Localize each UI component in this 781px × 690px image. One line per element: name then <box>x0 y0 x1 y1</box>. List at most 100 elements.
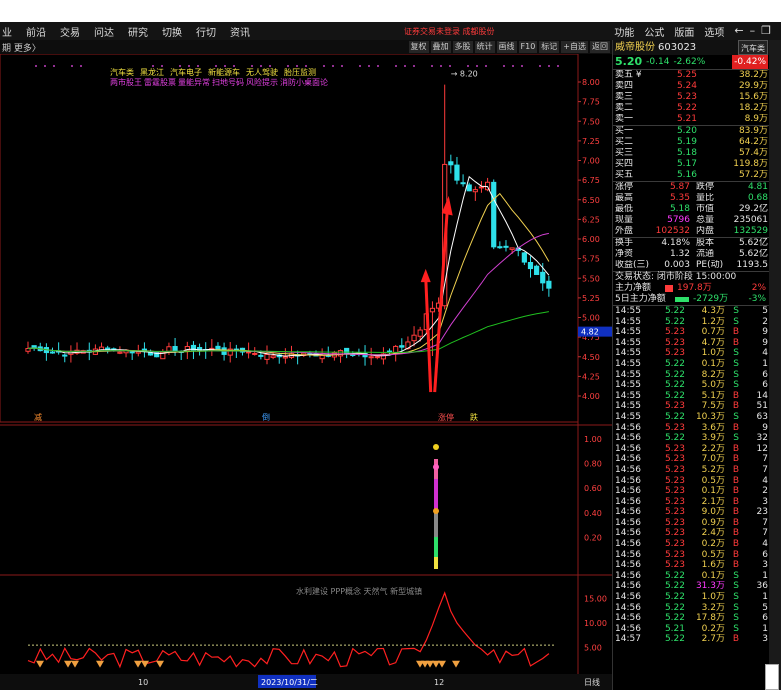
ask-row[interactable]: 卖一 5.21 8.9万 <box>613 114 770 125</box>
menu-item-right-2[interactable]: 版面 <box>674 24 694 39</box>
stat-value: 0.003 <box>664 260 690 270</box>
stat-value: 4.81 <box>747 182 768 192</box>
tick-time: 14:55 <box>615 316 641 327</box>
minimize-icon[interactable]: – <box>750 24 756 39</box>
concept-tag[interactable]: 汽车类 <box>110 67 134 77</box>
stat-row: 最高 5.35 量比 0.68 <box>613 193 770 204</box>
bid-row[interactable]: 买五 5.16 57.2万 <box>613 170 770 181</box>
toolbar-button-7[interactable]: +自选 <box>561 41 588 53</box>
concept-tag[interactable]: 新能源车 <box>208 67 240 77</box>
tick-row: 14:56 5.23 0.2万 B 4 <box>613 539 770 550</box>
signal-mid: 倒 <box>262 412 270 422</box>
stat-row: 最低 5.18 市值 29.2亿 <box>613 204 770 215</box>
concept-tag[interactable]: 风险提示 <box>246 77 278 87</box>
tick-row: 14:55 5.23 4.7万 B 9 <box>613 338 770 349</box>
sector-badge[interactable]: 汽车类 <box>738 40 768 55</box>
price-axis-label: 8.00 <box>582 78 600 87</box>
tick-count: 1 <box>762 623 768 634</box>
candle-body <box>478 186 485 189</box>
candle-body <box>147 352 154 356</box>
tick-time: 14:56 <box>615 517 641 528</box>
concept-tag[interactable]: 两市股王 <box>110 77 142 87</box>
menu-item-4[interactable]: 研究 <box>128 24 148 39</box>
toolbar-button-1[interactable]: 叠加 <box>430 41 451 53</box>
concept-tag[interactable]: 胎压监测 <box>284 67 316 77</box>
menu-item-right-0[interactable]: 功能 <box>614 24 634 39</box>
toolbar-button-5[interactable]: F10 <box>518 41 538 53</box>
ask-row[interactable]: 卖五 ¥ 5.25 38.2万 <box>613 70 770 81</box>
tick-volume: 8.2万 <box>701 369 725 380</box>
concept-tag[interactable]: 量能异常 <box>178 77 210 87</box>
concept-tag[interactable]: 汽车电子 <box>170 67 202 77</box>
back-arrow-icon[interactable]: ← <box>734 24 743 39</box>
toolbar-button-2[interactable]: 多股 <box>452 41 473 53</box>
tick-direction: B <box>732 401 739 412</box>
toolbar-button-0[interactable]: 复权 <box>408 41 429 53</box>
tick-time: 14:56 <box>615 602 641 613</box>
bid-row[interactable]: 买四 5.17 119.8万 <box>613 159 770 170</box>
bid-row[interactable]: 买一 5.20 83.9万 <box>613 126 770 137</box>
tick-direction: B <box>732 549 739 560</box>
menu-item-7[interactable]: 资讯 <box>230 24 250 39</box>
login-notice[interactable]: 证券交易未登录 成都股份 <box>404 26 495 37</box>
bid-row[interactable]: 买三 5.18 57.4万 <box>613 148 770 159</box>
marker-dot <box>179 65 181 67</box>
candle-body <box>472 189 478 193</box>
tick-price: 5.23 <box>664 327 685 338</box>
period-tab[interactable]: 日线 <box>584 677 600 687</box>
marker-dot <box>35 65 37 67</box>
concept-tag[interactable]: 消防小桌面论 <box>280 77 328 87</box>
main-flow-value: 197.8万 <box>677 283 712 293</box>
ask-price: 5.22 <box>676 103 697 113</box>
toolbar-button-6[interactable]: 标记 <box>539 41 560 53</box>
candle-body <box>527 261 534 270</box>
concept-tag[interactable]: 雷霆股票 <box>144 78 176 87</box>
ask-row[interactable]: 卖四 5.24 29.9万 <box>613 81 770 92</box>
menu-item-0[interactable]: 业 <box>2 24 12 39</box>
period-label[interactable]: 期 更多〉 <box>2 41 41 54</box>
ask-row[interactable]: 卖二 5.22 18.2万 <box>613 103 770 114</box>
toolbar-button-8[interactable]: 返回 <box>590 41 610 53</box>
bid-row[interactable]: 买二 5.19 64.2万 <box>613 137 770 148</box>
candle-body <box>454 164 460 181</box>
kline-chart[interactable]: 8.00 7.75 7.50 7.25 7.00 6.75 6.50 6.25 6.00 5.75… <box>0 54 612 690</box>
ask-label: 卖二 <box>615 103 634 113</box>
menu-item-right-3[interactable]: 选项 <box>704 24 724 39</box>
tick-list[interactable]: 14:55 5.22 4.3万 S 5 14:55 5.22 1.2万 S 2 14:55 5.23 0… <box>613 305 770 645</box>
scroll-thumb[interactable] <box>765 664 779 690</box>
candle-body <box>264 354 270 360</box>
toolbar-button-3[interactable]: 统计 <box>474 41 495 53</box>
stat-key: 跌停 <box>696 182 715 192</box>
ask-label: 卖一 <box>615 114 634 124</box>
concept-tag[interactable]: 黑龙江 <box>140 67 164 77</box>
candle-body <box>258 354 264 357</box>
tick-price: 5.22 <box>664 380 685 391</box>
stat-value: 1193.5 <box>736 260 769 270</box>
indicator-dot <box>433 508 439 514</box>
tick-volume: 7.0万 <box>701 454 725 465</box>
candle-body <box>49 351 56 354</box>
menu-item-2[interactable]: 交易 <box>60 24 80 39</box>
tick-time: 14:56 <box>615 443 641 454</box>
right-scrollbar[interactable] <box>769 40 781 690</box>
tick-time: 14:56 <box>615 539 641 550</box>
marker-dot <box>377 65 379 67</box>
stat-row: 现量 5796 总量 235061 <box>613 215 770 226</box>
menu-item-3[interactable]: 问达 <box>94 24 114 39</box>
signal-triangle <box>141 660 149 668</box>
restore-icon[interactable]: ❐ <box>761 24 771 39</box>
tick-direction: B <box>732 475 739 486</box>
menu-item-1[interactable]: 前沿 <box>26 24 46 39</box>
ask-row[interactable]: 卖三 5.23 15.6万 <box>613 92 770 103</box>
menu-left: 业前沿 交易 问达 研究 切换 行切 资讯 <box>2 24 264 39</box>
menu-item-6[interactable]: 行切 <box>196 24 216 39</box>
menu-item-5[interactable]: 切换 <box>162 24 182 39</box>
sub2-axis-label: 10.00 <box>584 619 607 628</box>
bid-price: 5.16 <box>676 170 697 180</box>
concept-tag[interactable]: 无人驾驶 <box>246 67 278 77</box>
tick-volume: 2.1万 <box>701 496 725 507</box>
concept-tag[interactable]: 扫地号码 <box>212 77 244 87</box>
signal-left: 减 <box>34 412 42 422</box>
menu-item-right-1[interactable]: 公式 <box>644 24 664 39</box>
toolbar-button-4[interactable]: 画线 <box>496 41 517 53</box>
